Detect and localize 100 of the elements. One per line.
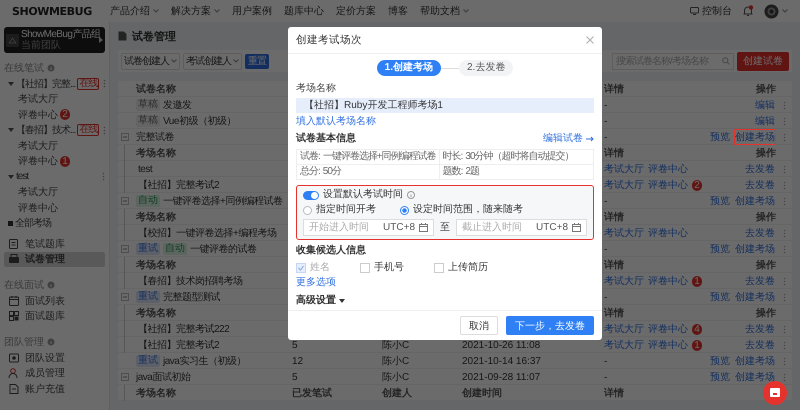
input-field[interactable]: 【社招】Ruby开发工程师考场1 [296, 98, 594, 113]
detail-link[interactable]: 评卷中心 [648, 162, 688, 176]
caret-down-icon[interactable] [8, 127, 14, 134]
fill-default-link[interactable]: 填入默认考场名称 [296, 116, 376, 127]
nav-link[interactable]: 产品介绍 [110, 4, 159, 18]
nav-link[interactable]: 解决方案 [170, 4, 220, 18]
sidebar-item[interactable]: 考试大厅 [18, 138, 58, 153]
action-link[interactable]: 去发卷 [744, 162, 776, 176]
calendar-icon[interactable] [572, 223, 581, 232]
bell-icon[interactable] [742, 5, 754, 17]
filter-dropdown[interactable]: 试卷创建人 [121, 52, 180, 70]
cancel-button[interactable]: 取消 [460, 316, 498, 335]
action-link[interactable]: 预览 [709, 242, 731, 256]
advanced-settings-toggle[interactable]: 高级设置 [296, 295, 594, 307]
nav-link[interactable]: 用户案例 [232, 4, 272, 18]
sidebar-item[interactable]: 全部考场 [15, 216, 51, 230]
sidebar-item[interactable]: 评卷中心 [18, 154, 58, 168]
create-button[interactable]: 创建试卷 [737, 52, 789, 70]
checkbox[interactable] [360, 263, 370, 273]
info-icon[interactable] [47, 64, 55, 72]
checkbox-option[interactable]: 上传简历 [434, 262, 488, 274]
detail-link[interactable]: 考试大厅 [604, 178, 644, 192]
logo[interactable]: SHOWMEBUG [12, 4, 92, 18]
close-icon[interactable] [586, 36, 594, 44]
radio-option[interactable]: 指定时间开考 [303, 204, 376, 216]
sidebar-item[interactable]: 试卷管理 [4, 252, 105, 267]
collapse-icon[interactable] [121, 245, 129, 253]
caret-down-icon[interactable] [8, 174, 14, 180]
console-link[interactable]: 控制台 [690, 4, 732, 18]
action-link[interactable]: 创建考场 [734, 354, 776, 368]
action-link[interactable]: 创建考场 [734, 242, 776, 256]
more-icon[interactable] [782, 372, 786, 382]
sidebar-item[interactable]: 评卷中心 [18, 200, 58, 215]
action-link[interactable]: 去发卷 [744, 226, 776, 240]
radio-button[interactable] [400, 206, 409, 214]
detail-link[interactable]: 考试大厅 [604, 162, 644, 176]
sidebar-item[interactable]: 考试大厅 [18, 185, 58, 200]
step-tab[interactable]: 1.创建考场 [376, 60, 441, 76]
sidebar-item[interactable]: 面试列表 [4, 293, 105, 308]
detail-link[interactable]: 考试大厅 [604, 338, 644, 352]
detail-link[interactable]: 考试大厅 [604, 226, 644, 240]
step-tab[interactable]: 2.去发卷 [459, 60, 514, 76]
sidebar-item[interactable]: 团队设置 [4, 350, 105, 366]
sidebar-item[interactable]: 笔试题库 [4, 236, 105, 252]
collapse-icon[interactable] [121, 373, 129, 381]
radio-button[interactable] [303, 206, 312, 214]
collapse-icon[interactable] [121, 293, 129, 301]
detail-link[interactable]: 评卷中心 [648, 226, 688, 240]
action-link[interactable]: 去发卷 [744, 178, 776, 192]
action-link[interactable]: 预览 [709, 194, 731, 208]
action-link[interactable]: 编辑 [754, 114, 776, 128]
exam-group[interactable]: 【社招】完整... [16, 76, 76, 91]
detail-link[interactable]: 考试大厅 [604, 322, 644, 336]
info-icon[interactable] [47, 338, 55, 346]
sidebar-item[interactable]: 考试大厅 [18, 92, 58, 106]
search-icon[interactable] [722, 57, 730, 65]
info-icon[interactable] [407, 191, 415, 199]
radio-option[interactable]: 设定时间范围，随来随考 [400, 204, 523, 216]
sidebar-item[interactable]: 评卷中心 [18, 108, 58, 122]
avatar[interactable] [764, 4, 779, 18]
exam-group[interactable]: test [16, 171, 28, 182]
reset-button[interactable]: 重置 [245, 54, 269, 68]
nav-link[interactable]: 题库中心 [284, 4, 324, 18]
action-link[interactable]: 预览 [709, 290, 731, 304]
action-link[interactable]: 创建考场 [734, 130, 776, 144]
info-icon[interactable] [47, 281, 55, 289]
action-link[interactable]: 预览 [709, 370, 731, 384]
detail-link[interactable]: 评卷中心 [648, 178, 688, 192]
action-link[interactable]: 编辑 [754, 98, 776, 112]
nav-link[interactable]: 博客 [388, 4, 408, 18]
more-options-link[interactable]: 更多选项 [296, 277, 336, 288]
collapse-icon[interactable] [121, 133, 129, 141]
action-link[interactable]: 去发卷 [744, 338, 776, 352]
action-link[interactable]: 预览 [709, 130, 731, 144]
sidebar-item[interactable]: 账户充值 [4, 381, 105, 396]
nav-link[interactable]: 定价方案 [336, 4, 376, 18]
nav-link[interactable]: 帮助文档 [420, 4, 469, 18]
action-link[interactable]: 去发卷 [744, 274, 776, 288]
detail-link[interactable]: 考试大厅 [604, 274, 644, 288]
toggle-switch[interactable] [303, 190, 319, 200]
sidebar-item[interactable]: 面试题库 [4, 308, 105, 324]
action-link[interactable]: 创建考场 [734, 370, 776, 384]
checkbox-option[interactable]: 手机号 [360, 262, 404, 274]
date-field[interactable]: 开始进入时间 UTC+8 [303, 219, 434, 236]
calendar-icon[interactable] [419, 223, 428, 232]
action-link[interactable]: 去发卷 [744, 322, 776, 336]
action-link[interactable]: 创建考场 [734, 290, 776, 304]
caret-down-icon[interactable] [8, 80, 14, 87]
action-link[interactable]: 创建考场 [734, 194, 776, 208]
sidebar-item[interactable]: 成员管理 [4, 366, 105, 381]
detail-link[interactable]: 评卷中心 [648, 338, 688, 352]
detail-link[interactable]: 评卷中心 [648, 274, 688, 288]
edit-link[interactable]: 编辑试卷 [543, 133, 594, 145]
filter-dropdown[interactable]: 考试创建人 [183, 52, 242, 70]
checkbox[interactable] [434, 263, 444, 273]
chat-button[interactable] [763, 381, 787, 405]
collapse-icon[interactable] [121, 197, 129, 205]
next-button[interactable]: 下一步，去发卷 [506, 316, 594, 335]
exam-group[interactable]: 【春招】技术... [16, 123, 76, 138]
date-field[interactable]: 截止进入时间 UTC+8 [456, 219, 587, 236]
